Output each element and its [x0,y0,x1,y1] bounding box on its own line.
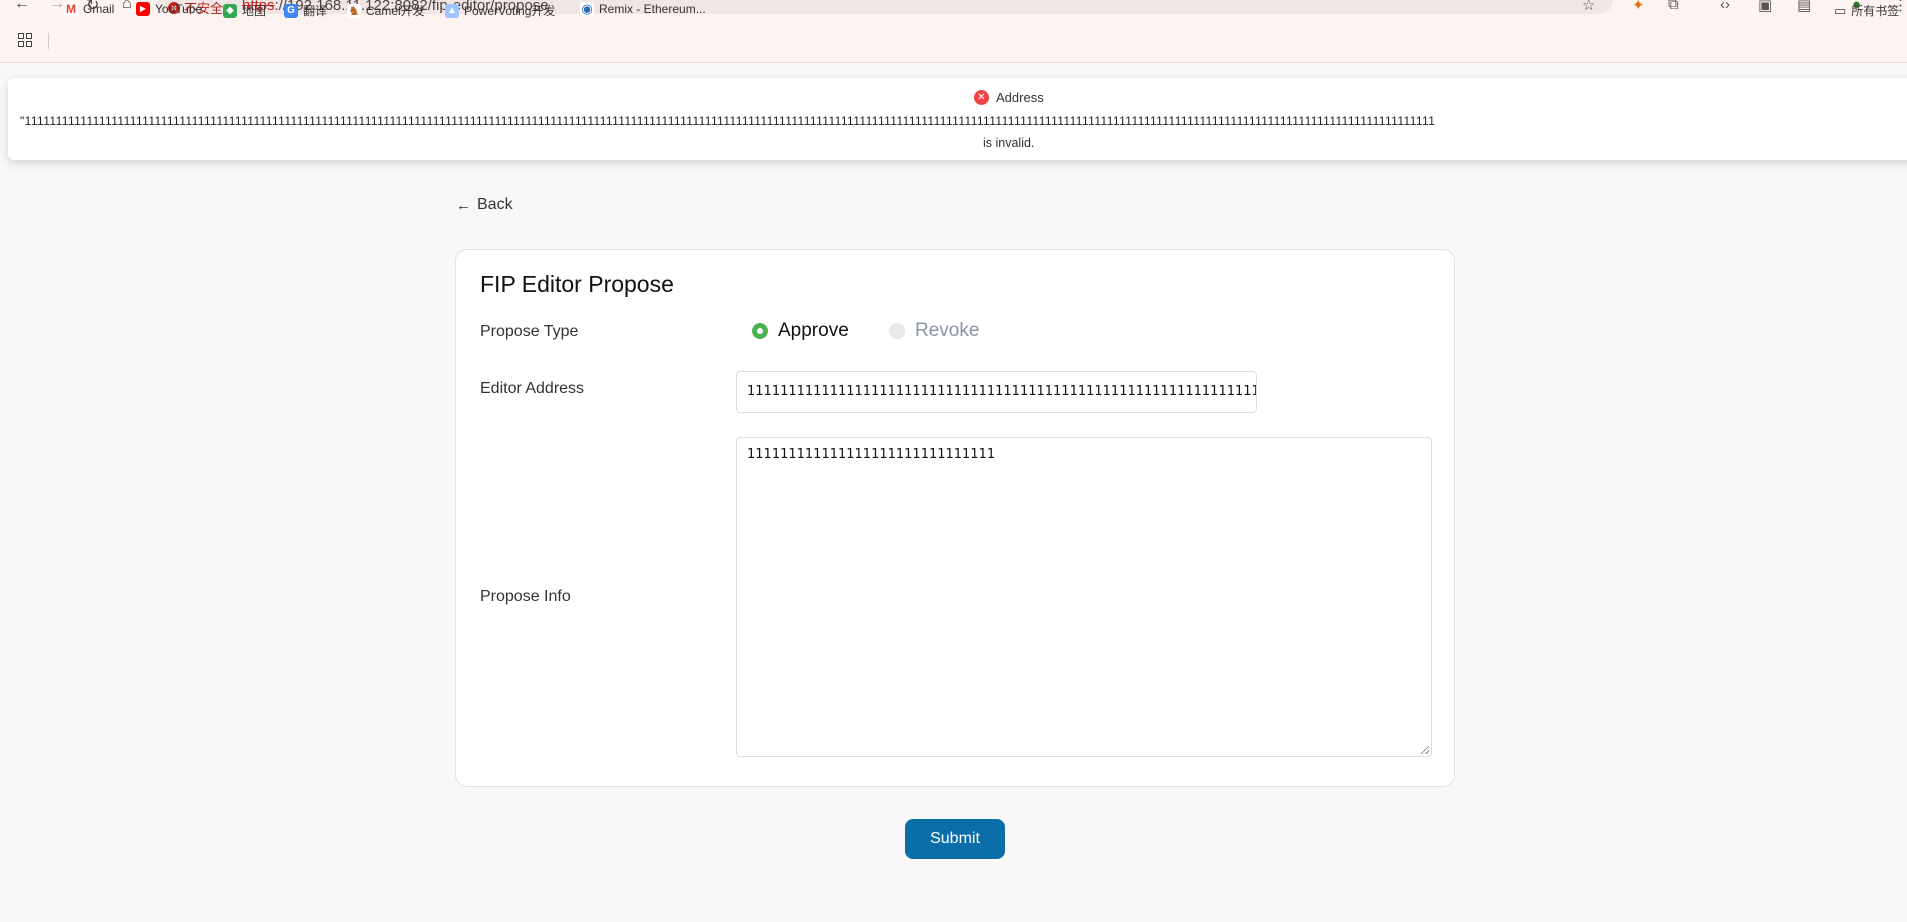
bookmark-youtube[interactable]: ▶ YouTube [136,2,202,16]
bookmark-translate[interactable]: G 翻译 [284,2,327,19]
notification-header: ✕ Address [974,90,1044,105]
bookmark-powervoting[interactable]: ▲ PowerVoting开发 [445,2,555,19]
camel-icon: ♞ [347,2,361,18]
editor-address-input[interactable]: 1111111111111111111111111111111111111111… [736,371,1257,413]
back-link[interactable]: ← Back [456,196,513,214]
propose-form-card: FIP Editor Propose Propose Type Approve … [455,249,1455,787]
youtube-icon: ▶ [136,2,150,16]
page-title: FIP Editor Propose [480,271,674,297]
metamask-icon[interactable]: ✦ [1632,0,1645,14]
bookmark-label: 地图 [242,4,267,18]
bookmark-label: Gmail [83,2,115,16]
reading-list-icon[interactable]: ▤ [1797,0,1811,14]
folder-icon: ▭ [1834,2,1847,18]
bookmark-label: YouTube [155,2,203,16]
forward-nav-icon[interactable]: → [49,0,65,13]
propose-info-label: Propose Info [480,588,571,605]
notification-title: Address [996,90,1044,105]
approve-label: Approve [778,320,849,341]
extensions-icon[interactable]: ⧉ [1668,0,1679,13]
submit-button[interactable]: Submit [905,819,1005,859]
bookmark-label: PowerVoting开发 [464,4,556,18]
maps-icon: ◆ [223,3,237,18]
google-translate-icon: G [284,3,298,18]
powervoting-icon: ▲ [445,3,459,18]
propose-type-label: Propose Type [480,323,579,340]
editor-address-label: Editor Address [480,380,585,397]
browser-toolbar: ← → ↻ ⌂ × 不安全 https://192.168.11.122:808… [0,0,1907,63]
notification-message: is invalid. [983,136,1035,150]
star-icon[interactable]: ☆ [1582,0,1595,14]
all-bookmarks[interactable]: ▭ 所有书签 [1834,2,1899,19]
arrow-left-icon: ← [456,196,471,214]
gmail-icon: M [64,2,78,16]
revoke-label: Revoke [915,320,980,341]
translate-icon[interactable]: ▣ [1758,0,1772,14]
apps-grid-icon[interactable] [18,33,32,47]
bookmark-separator [48,33,49,49]
bookmark-label: 所有书签 [1851,4,1900,18]
bookmark-label: Remix - Ethereum... [599,2,706,16]
back-nav-icon[interactable]: ← [14,0,30,13]
bookmark-remix[interactable]: ◉ Remix - Ethereum... [580,2,706,16]
back-label: Back [477,196,513,213]
error-notification: ✕ Address "11111111111111111111111111111… [8,78,1907,160]
bookmark-camel[interactable]: ♞ Camel开发 [347,2,425,19]
propose-info-text: 111111111111111111111111111111 [747,447,996,462]
resize-handle-icon[interactable] [1421,746,1429,754]
notification-address: "111111111111111111111111111111111111111… [20,114,1436,128]
bookmark-label: Camel开发 [366,4,425,18]
error-icon: ✕ [974,90,989,105]
revoke-radio[interactable]: Revoke [889,320,979,342]
home-icon[interactable]: ⌂ [122,0,132,13]
radio-unchecked-icon [889,323,905,339]
radio-checked-icon [752,323,768,339]
code-icon[interactable]: ‹› [1720,0,1730,13]
bookmark-gmail[interactable]: M Gmail [64,2,114,16]
bookmark-label: 翻译 [303,4,328,18]
bookmark-maps[interactable]: ◆ 地图 [223,2,266,19]
remix-icon: ◉ [580,1,594,16]
approve-radio[interactable]: Approve [752,320,849,342]
propose-info-textarea[interactable]: 111111111111111111111111111111 [736,437,1432,757]
